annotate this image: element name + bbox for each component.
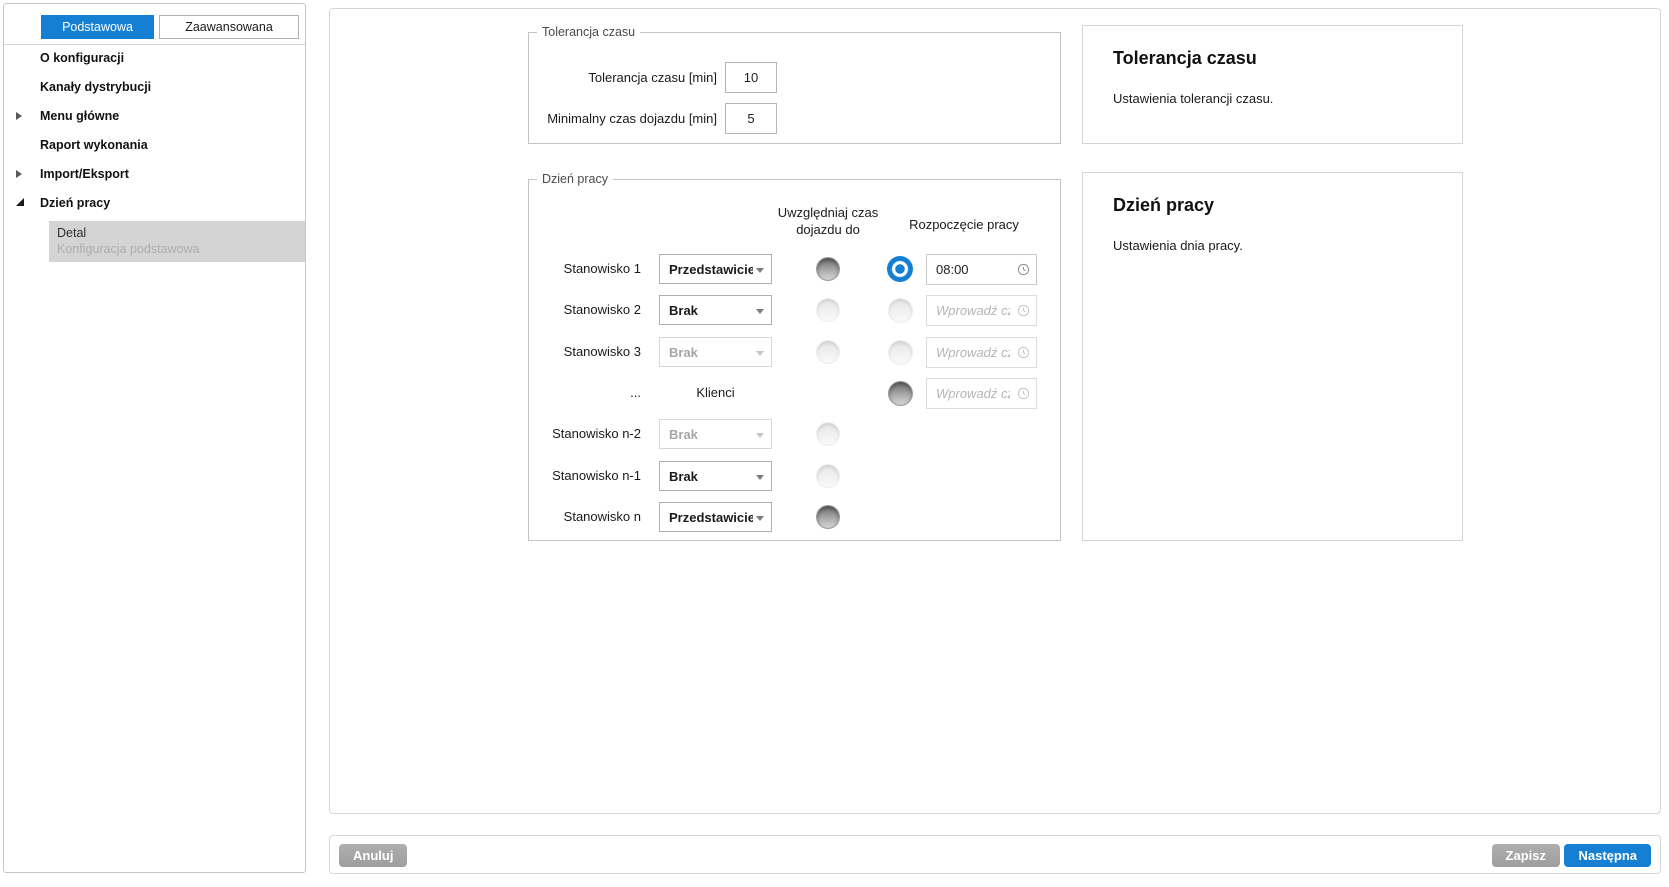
subitem-title: Detal	[57, 226, 86, 240]
chevron-down-icon	[756, 309, 764, 314]
sidebar-item-kanaly-dystrybucji[interactable]: Kanały dystrybucji	[4, 74, 305, 102]
workday-row-klienci: ... Klienci	[529, 372, 1062, 414]
select-value: Przedstawicie	[669, 510, 753, 525]
tolerance-time-input[interactable]	[725, 62, 777, 93]
save-button[interactable]: Zapisz	[1492, 844, 1560, 867]
travel-time-toggle-n-2[interactable]	[816, 422, 840, 446]
tab-podstawowa[interactable]: Podstawowa	[41, 15, 154, 39]
tolerance-info-panel: Tolerancja czasu Ustawienia tolerancji c…	[1082, 25, 1463, 144]
travel-time-toggle-n-1[interactable]	[816, 464, 840, 488]
row-label: Stanowisko n-2	[529, 426, 641, 441]
work-start-time-3	[926, 337, 1037, 368]
sidebar-item-label: Menu główne	[40, 109, 119, 123]
workday-legend: Dzień pracy	[537, 172, 613, 186]
tolerance-time-row: Tolerancja czasu [min]	[529, 62, 1062, 93]
sidebar-item-o-konfiguracji[interactable]: O konfiguracji	[4, 45, 305, 73]
work-start-time-2	[926, 295, 1037, 326]
min-travel-time-label: Minimalny czas dojazdu [min]	[547, 111, 717, 126]
clock-icon	[1017, 346, 1030, 359]
info-panel-title: Dzień pracy	[1113, 195, 1432, 216]
klienci-label: Klienci	[659, 385, 772, 400]
next-button[interactable]: Następna	[1564, 844, 1651, 867]
min-travel-time-input[interactable]	[725, 103, 777, 134]
workday-row-2: Stanowisko 2 Brak	[529, 289, 1062, 331]
workday-row-n: Stanowisko n Przedstawicie	[529, 496, 1062, 538]
tab-zaawansowana[interactable]: Zaawansowana	[159, 15, 299, 39]
workday-row-3: Stanowisko 3 Brak	[529, 331, 1062, 373]
position-1-select[interactable]: Przedstawicie	[659, 254, 772, 284]
sidebar-item-label: Import/Eksport	[40, 167, 129, 181]
work-start-radio-3[interactable]	[888, 340, 913, 365]
workday-fieldset: Dzień pracy Uwzględniaj czas dojazdu do …	[528, 172, 1061, 541]
workday-row-n-1: Stanowisko n-1 Brak	[529, 455, 1062, 497]
min-travel-time-row: Minimalny czas dojazdu [min]	[529, 103, 1062, 134]
clock-icon	[1017, 387, 1030, 400]
position-n-1-select[interactable]: Brak	[659, 461, 772, 491]
expand-arrow-icon[interactable]	[16, 112, 22, 120]
travel-time-toggle-n[interactable]	[816, 505, 840, 529]
work-start-radio-klienci[interactable]	[888, 381, 913, 406]
select-value: Brak	[669, 345, 753, 360]
row-label: Stanowisko 1	[529, 261, 641, 276]
work-start-radio-2[interactable]	[888, 298, 913, 323]
sidebar-item-label: Kanały dystrybucji	[40, 80, 151, 94]
row-ellipsis-label: ...	[529, 385, 641, 400]
header-line: Uwzględniaj czas	[753, 204, 903, 221]
row-label: Stanowisko 3	[529, 344, 641, 359]
travel-time-toggle-2[interactable]	[816, 298, 840, 322]
position-n-2-select-disabled: Brak	[659, 419, 772, 449]
select-value: Brak	[669, 469, 753, 484]
expand-arrow-icon[interactable]	[16, 170, 22, 178]
workday-row-n-2: Stanowisko n-2 Brak	[529, 413, 1062, 455]
position-2-select[interactable]: Brak	[659, 295, 772, 325]
work-start-time-klienci	[926, 378, 1037, 409]
info-panel-title: Tolerancja czasu	[1113, 48, 1432, 69]
sidebar-item-import-eksport[interactable]: Import/Eksport	[4, 161, 305, 189]
sidebar: Podstawowa Zaawansowana O konfiguracji K…	[3, 3, 306, 873]
position-3-select-disabled: Brak	[659, 337, 772, 367]
row-label: Stanowisko n-1	[529, 468, 641, 483]
sidebar-item-label: Dzień pracy	[40, 196, 110, 210]
workday-row-1: Stanowisko 1 Przedstawicie	[529, 248, 1062, 290]
collapse-arrow-icon[interactable]	[16, 198, 24, 206]
select-value: Przedstawicie	[669, 262, 753, 277]
travel-time-toggle-3[interactable]	[816, 340, 840, 364]
sidebar-item-label: O konfiguracji	[40, 51, 124, 65]
chevron-down-icon	[756, 268, 764, 273]
row-label: Stanowisko n	[529, 509, 641, 524]
workday-info-panel: Dzień pracy Ustawienia dnia pracy.	[1082, 172, 1463, 541]
info-panel-text: Ustawienia tolerancji czasu.	[1113, 91, 1432, 106]
subitem-subtitle: Konfiguracja podstawowa	[57, 242, 199, 256]
chevron-down-icon	[756, 433, 764, 438]
tolerance-fieldset: Tolerancja czasu Tolerancja czasu [min] …	[528, 25, 1061, 144]
row-label: Stanowisko 2	[529, 302, 641, 317]
sidebar-item-menu-glowne[interactable]: Menu główne	[4, 103, 305, 131]
work-start-time-1	[926, 254, 1037, 285]
travel-time-column-header: Uwzględniaj czas dojazdu do	[753, 204, 903, 238]
chevron-down-icon	[756, 351, 764, 356]
clock-icon	[1017, 304, 1030, 317]
sidebar-subitem-detal-selected[interactable]: Detal Konfiguracja podstawowa	[49, 221, 305, 262]
tolerance-legend: Tolerancja czasu	[537, 25, 640, 39]
position-n-select[interactable]: Przedstawicie	[659, 502, 772, 532]
work-start-radio-1-selected[interactable]	[887, 256, 913, 282]
sidebar-item-raport-wykonania[interactable]: Raport wykonania	[4, 132, 305, 160]
sidebar-item-dzien-pracy[interactable]: Dzień pracy	[4, 190, 305, 218]
chevron-down-icon	[756, 475, 764, 480]
clock-icon[interactable]	[1017, 263, 1030, 276]
select-value: Brak	[669, 303, 753, 318]
main-content-panel: Tolerancja czasu Tolerancja czasu [min] …	[329, 8, 1661, 814]
travel-time-toggle-1[interactable]	[816, 257, 840, 281]
cancel-button[interactable]: Anuluj	[339, 844, 407, 867]
tolerance-time-label: Tolerancja czasu [min]	[588, 70, 717, 85]
select-value: Brak	[669, 427, 753, 442]
info-panel-text: Ustawienia dnia pracy.	[1113, 238, 1432, 253]
work-start-column-header: Rozpoczęcie pracy	[889, 216, 1039, 233]
header-line: dojazdu do	[753, 221, 903, 238]
footer-bar: Anuluj Zapisz Następna	[329, 835, 1661, 874]
sidebar-item-label: Raport wykonania	[40, 138, 148, 152]
chevron-down-icon	[756, 516, 764, 521]
